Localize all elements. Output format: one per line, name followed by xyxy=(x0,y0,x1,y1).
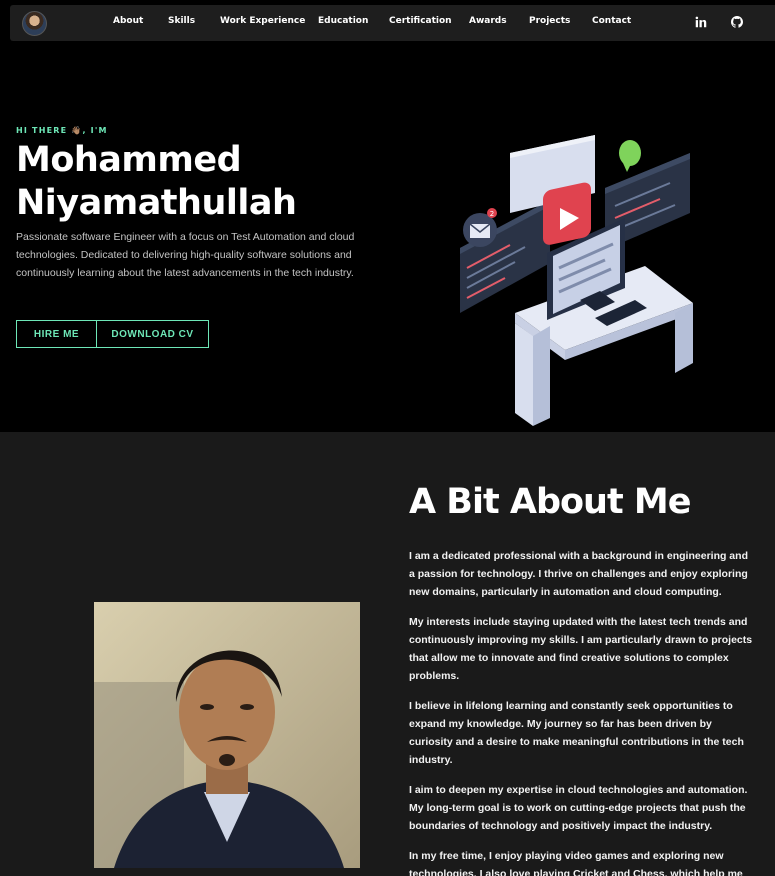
nav-link-about[interactable]: About xyxy=(113,16,143,26)
about-paragraph: I am a dedicated professional with a bac… xyxy=(409,550,748,598)
about-paragraph: In my free time, I enjoy playing video g… xyxy=(409,850,743,876)
nav-link-certification[interactable]: Certification xyxy=(389,16,452,26)
download-cv-button[interactable]: DOWNLOAD CV xyxy=(96,320,209,348)
nav-link-skills[interactable]: Skills xyxy=(168,16,195,26)
nav-link-education[interactable]: Education xyxy=(318,16,368,26)
notification-badge: 2 xyxy=(490,210,494,218)
nav-links: About Skills Work Experience Education C… xyxy=(10,5,775,41)
linkedin-icon[interactable] xyxy=(695,16,707,28)
hero-name: Mohammed Niyamathullah xyxy=(16,140,297,223)
nav-link-projects[interactable]: Projects xyxy=(529,16,570,26)
profile-photo xyxy=(94,602,360,868)
about-paragraph: My interests include staying updated wit… xyxy=(409,616,753,682)
hero-description: Passionate software Engineer with a focu… xyxy=(16,231,355,279)
about-section: A Bit About Me I am a dedicated professi… xyxy=(0,432,775,876)
workspace-illustration: 2 xyxy=(460,135,693,426)
about-paragraph: I believe in lifelong learning and const… xyxy=(409,700,744,766)
about-paragraph: I aim to deepen my expertise in cloud te… xyxy=(409,784,748,832)
hero-greeting: HI THERE 👋🏽, I'M xyxy=(16,126,108,135)
hire-me-button[interactable]: HIRE ME xyxy=(16,320,97,348)
nav-link-contact[interactable]: Contact xyxy=(592,16,631,26)
hero-section: HI THERE 👋🏽, I'M Mohammed Niyamathullah … xyxy=(0,44,775,432)
about-text: I am a dedicated professional with a bac… xyxy=(409,547,754,876)
nav-link-work-experience[interactable]: Work Experience xyxy=(220,16,305,26)
nav-link-awards[interactable]: Awards xyxy=(469,16,507,26)
github-icon[interactable] xyxy=(731,16,743,28)
top-navbar: About Skills Work Experience Education C… xyxy=(10,5,775,41)
about-title: A Bit About Me xyxy=(409,482,691,522)
